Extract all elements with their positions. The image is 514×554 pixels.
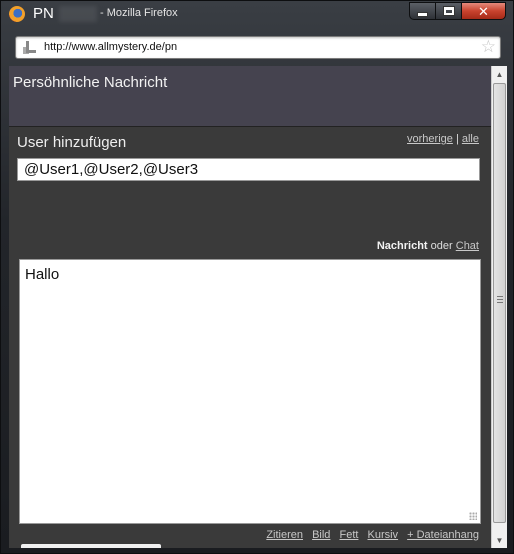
italic-button[interactable]: Kursiv <box>368 529 399 541</box>
attachment-button[interactable]: + Dateianhang <box>407 529 479 541</box>
message-text: Hallo <box>25 266 60 283</box>
address-bar[interactable]: http://www.allmystery.de/pn ☆ <box>15 36 501 59</box>
all-link[interactable]: alle <box>462 133 479 145</box>
firefox-logo-icon <box>9 6 25 22</box>
bookmark-star-icon[interactable]: ☆ <box>481 38 496 55</box>
page-header: Persöhnliche Nachricht <box>9 66 491 127</box>
add-user-label: User hinzufügen <box>17 134 127 151</box>
message-mode-active: Nachricht <box>376 240 428 252</box>
message-textarea[interactable]: Hallo <box>19 259 481 524</box>
mode-or-text: oder <box>430 240 453 252</box>
thumb-grip-icon <box>497 296 503 303</box>
minimize-icon <box>418 12 427 16</box>
recipients-input[interactable]: @User1,@User2,@User3 <box>17 158 480 181</box>
quote-button[interactable]: Zitieren <box>266 529 303 541</box>
maximize-button[interactable] <box>436 2 462 20</box>
minimize-button[interactable] <box>409 2 436 20</box>
browser-window: PN - Mozilla Firefox ✕ http://www.allmys… <box>0 0 514 554</box>
message-mode-switch: Nachricht oder Chat <box>377 240 479 252</box>
scroll-thumb[interactable] <box>493 83 506 523</box>
link-separator: | <box>455 133 459 145</box>
site-identity-icon[interactable] <box>22 41 36 55</box>
resize-grip-icon[interactable] <box>469 512 477 520</box>
page-title: Persöhnliche Nachricht <box>13 74 168 91</box>
page-content: Persöhnliche Nachricht User hinzufügen v… <box>9 66 491 548</box>
scroll-down-icon[interactable]: ▼ <box>492 532 507 548</box>
close-icon: ✕ <box>478 3 489 19</box>
editor-toolbar: Zitieren Bild Fett Kursiv + Dateianhang <box>260 529 479 541</box>
url-text[interactable]: http://www.allmystery.de/pn <box>44 41 177 53</box>
window-app-name: - Mozilla Firefox <box>100 7 178 19</box>
window-title: PN <box>33 5 54 22</box>
close-button[interactable]: ✕ <box>462 2 506 20</box>
bold-button[interactable]: Fett <box>339 529 358 541</box>
maximize-icon <box>443 7 454 15</box>
title-bar: PN - Mozilla Firefox ✕ <box>1 1 513 29</box>
title-redacted-area <box>59 6 97 22</box>
vertical-scrollbar[interactable]: ▲ ▼ <box>491 66 507 548</box>
scroll-up-icon[interactable]: ▲ <box>492 66 507 82</box>
image-button[interactable]: Bild <box>312 529 330 541</box>
user-links: vorherige | alle <box>407 133 479 145</box>
submit-button-partial[interactable] <box>21 544 161 548</box>
window-controls: ✕ <box>409 2 506 20</box>
previous-link[interactable]: vorherige <box>407 133 453 145</box>
chat-link[interactable]: Chat <box>456 240 479 252</box>
